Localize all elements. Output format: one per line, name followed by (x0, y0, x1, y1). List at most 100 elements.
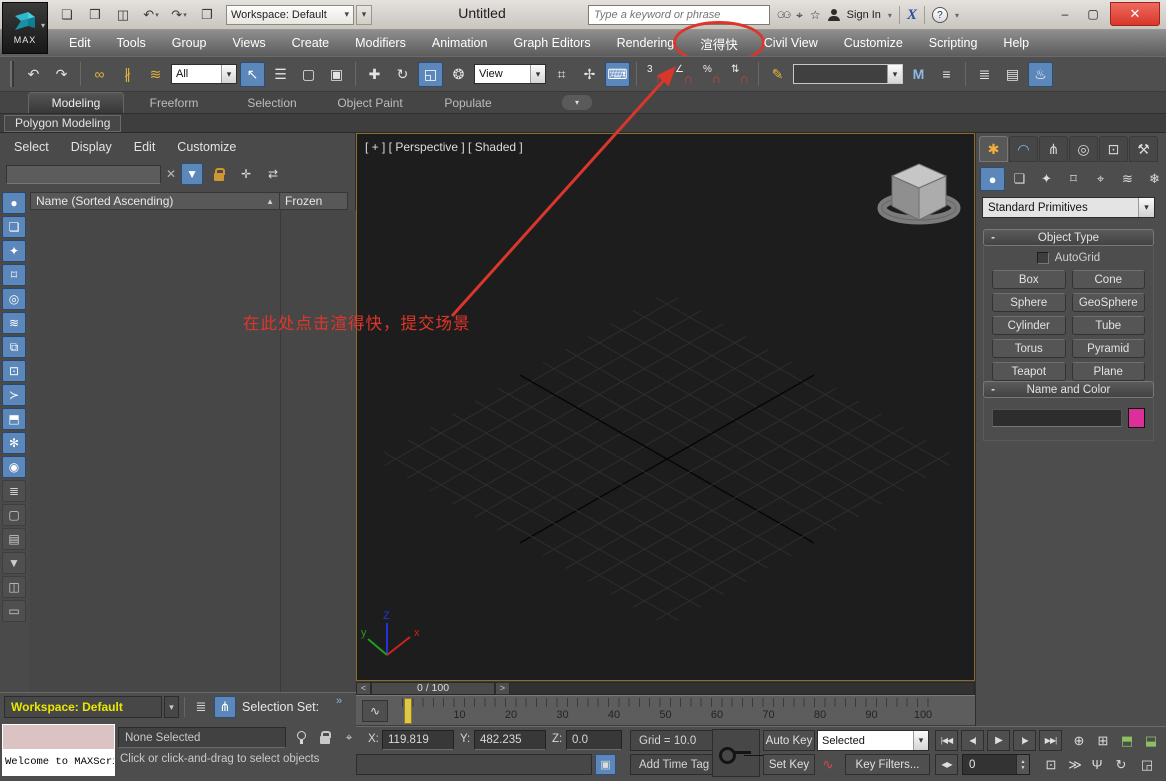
maximize-window-button[interactable]: ▢ (1080, 2, 1106, 26)
new-scene-button[interactable]: ❏ (56, 5, 78, 25)
category-cameras-icon[interactable]: ⌑ (1061, 167, 1086, 191)
application-menu-button[interactable]: MAX ▾ (2, 2, 48, 54)
tab-create[interactable]: ✱ (979, 136, 1008, 162)
menu-item-customize[interactable]: Customize (831, 32, 916, 54)
pan-hand-icon[interactable]: Ψ (1086, 754, 1108, 775)
pyramid-button[interactable]: Pyramid (1072, 339, 1146, 358)
track-bar[interactable]: ∿ 0102030405060708090100 (356, 695, 975, 726)
ribbon-minimize-button[interactable]: ▾ (562, 95, 592, 110)
quick-access-overflow-button[interactable]: ▾ (356, 5, 372, 25)
named-selection-sets-dropdown[interactable]: ▾ (793, 64, 903, 84)
menu-item-civil-view[interactable]: Civil View (751, 32, 831, 54)
explorer-menu-select[interactable]: Select (14, 140, 49, 154)
menu-item-modifiers[interactable]: Modifiers (342, 32, 419, 54)
teapot-button[interactable]: Teapot (992, 362, 1066, 381)
keyboard-shortcut-override-toggle[interactable]: ⌨ (605, 62, 630, 87)
sign-in-button[interactable]: Sign In (847, 9, 881, 21)
set-key-button[interactable]: Set Key (763, 754, 815, 775)
zoom-extents-icon[interactable]: ⬒ (1116, 730, 1138, 751)
undo-scene-button[interactable]: ↶▾ (140, 5, 162, 25)
redo-button[interactable]: ↷ (49, 62, 74, 87)
pan-arrow-icon[interactable]: ≫ (1064, 754, 1086, 775)
frame-spinner[interactable]: ▲▼ (1016, 755, 1029, 774)
next-frame-button[interactable]: > (495, 682, 510, 695)
menu-item-help[interactable]: Help (990, 32, 1042, 54)
x-coordinate-field[interactable]: 119.819 (382, 730, 454, 750)
funnel-icon[interactable]: ▼ (2, 552, 26, 574)
explorer-menu-edit[interactable]: Edit (134, 140, 156, 154)
display-particles-icon[interactable]: ✻ (2, 432, 26, 454)
blank-page-icon[interactable]: ▢ (2, 504, 26, 526)
display-containers-icon[interactable]: ⬒ (2, 408, 26, 430)
tube-button[interactable]: Tube (1072, 316, 1146, 335)
explorer-menu-customize[interactable]: Customize (177, 140, 236, 154)
autodesk-exchange-icon[interactable]: X (907, 7, 917, 24)
time-slider-track[interactable] (510, 682, 975, 695)
polygon-modeling-panel-label[interactable]: Polygon Modeling (4, 115, 121, 132)
workspace-switcher[interactable]: Workspace: Default (4, 696, 162, 718)
category-shapes-icon[interactable]: ❏ (1007, 167, 1032, 191)
workspace-selector[interactable]: Workspace: Default ▾ (226, 5, 354, 25)
minimize-window-button[interactable]: – (1052, 2, 1078, 26)
detail-list-icon[interactable]: ▤ (2, 528, 26, 550)
spin-down-icon[interactable]: ▼ (1021, 765, 1026, 771)
explorer-menu-display[interactable]: Display (71, 140, 112, 154)
listener-output[interactable]: Welcome to MAXScript (3, 750, 114, 775)
ribbon-tab-populate[interactable]: Populate (420, 93, 516, 113)
display-xrefs-icon[interactable]: ⊡ (2, 360, 26, 382)
orbit-icon[interactable]: ↻ (1110, 754, 1132, 775)
close-window-button[interactable]: ✕ (1110, 2, 1160, 26)
object-type-rollout-header[interactable]: - Object Type (983, 229, 1154, 246)
tab-motion[interactable]: ◎ (1069, 136, 1098, 162)
clear-search-icon[interactable]: ✕ (166, 167, 176, 181)
ribbon-tab-object-paint[interactable]: Object Paint (322, 93, 418, 113)
tab-modify[interactable]: ◠ (1009, 136, 1038, 162)
ribbon-tab-freeform[interactable]: Freeform (126, 93, 222, 113)
plane-button[interactable]: Plane (1072, 362, 1146, 381)
communication-center-icon[interactable]: ⌖ (796, 8, 803, 23)
align-button[interactable]: ≡ (934, 62, 959, 87)
display-lights-icon[interactable]: ✦ (2, 240, 26, 262)
selection-filter-dropdown[interactable]: All ▾ (171, 64, 237, 84)
undo-caret-icon[interactable]: ▾ (155, 11, 159, 19)
add-time-tag-field[interactable]: Add Time Tag (630, 754, 722, 775)
category-systems-icon[interactable]: ❄ (1142, 167, 1166, 191)
spinner-snap-toggle-button[interactable]: ⇅∩ (727, 62, 752, 87)
zoom-region-icon[interactable]: ⊕ (1068, 730, 1090, 751)
next-frame-button[interactable]: |▶ (1013, 730, 1036, 751)
set-keys-button[interactable] (712, 729, 760, 777)
box-button[interactable]: Box (992, 270, 1066, 289)
z-coordinate-field[interactable]: 0.0 (566, 730, 622, 750)
snaps-toggle-3d-button[interactable]: 3∩ (643, 62, 668, 87)
layers-stack-icon[interactable]: ≣ (190, 696, 212, 718)
lock-explorer-icon[interactable] (208, 163, 230, 185)
go-to-end-button[interactable]: ▶▶| (1039, 730, 1062, 751)
object-color-swatch[interactable] (1128, 408, 1145, 428)
name-color-rollout-header[interactable]: - Name and Color (983, 381, 1154, 398)
display-cameras-icon[interactable]: ⌑ (2, 264, 26, 286)
menu-item-create[interactable]: Create (279, 32, 343, 54)
menu-item-views[interactable]: Views (219, 32, 278, 54)
toolbar-grip[interactable] (10, 61, 14, 87)
viewport-label[interactable]: [ + ] [ Perspective ] [ Shaded ] (365, 140, 523, 154)
open-file-button[interactable]: ❒ (84, 5, 106, 25)
menu-item-graph-editors[interactable]: Graph Editors (500, 32, 603, 54)
sync-selection-icon[interactable]: ⇄ (262, 163, 284, 185)
open-mini-curve-editor-button[interactable]: ∿ (362, 700, 388, 722)
project-folder-button[interactable]: ❐ (196, 5, 218, 25)
category-helpers-icon[interactable]: ⌖ (1088, 167, 1113, 191)
menu-item-group[interactable]: Group (159, 32, 220, 54)
select-and-move-button[interactable]: ✚ (362, 62, 387, 87)
list-view-icon[interactable]: ≣ (2, 480, 26, 502)
percent-snap-toggle-button[interactable]: %∩ (699, 62, 724, 87)
rectangular-selection-region-button[interactable]: ▢ (296, 62, 321, 87)
previous-frame-button[interactable]: ◀| (961, 730, 984, 751)
primitive-category-dropdown[interactable]: Standard Primitives ▾ (982, 197, 1155, 218)
reference-coordinate-dropdown[interactable]: View ▾ (474, 64, 546, 84)
display-geometry-icon[interactable]: ● (2, 192, 26, 214)
bind-to-space-warp-button[interactable]: ≋ (143, 62, 168, 87)
save-file-button[interactable]: ◫ (112, 5, 134, 25)
y-coordinate-field[interactable]: 482.235 (474, 730, 546, 750)
scene-explorer-list[interactable] (30, 210, 356, 692)
isolate-selection-toggle[interactable]: ▣ (595, 754, 616, 775)
